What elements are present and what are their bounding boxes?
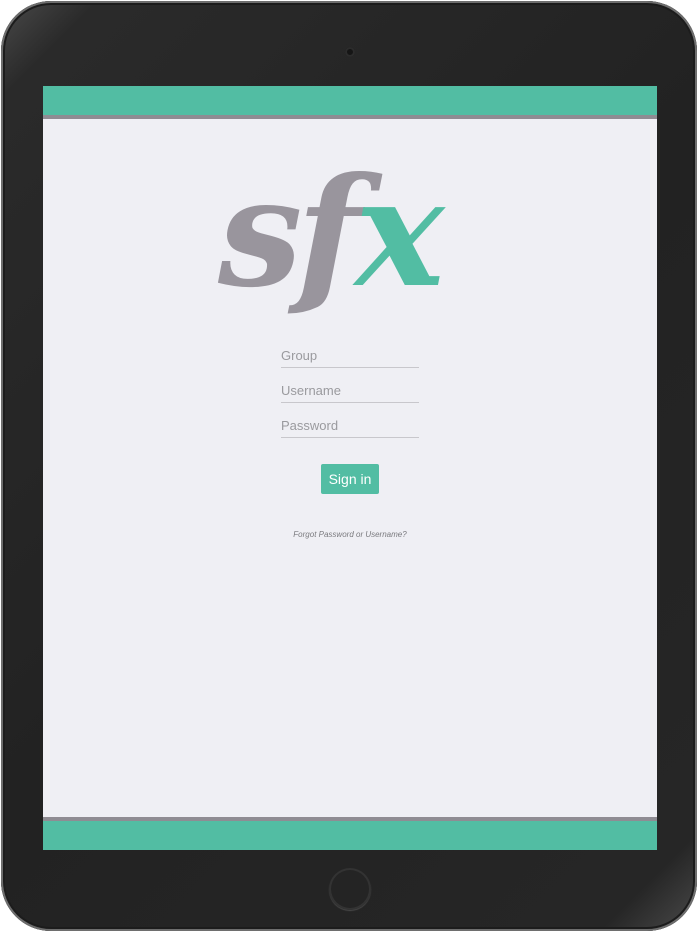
sign-in-button[interactable]: Sign in [321,464,379,494]
forgot-credentials-link[interactable]: Forgot Password or Username? [243,530,457,539]
password-input[interactable] [281,413,419,438]
username-input[interactable] [281,378,419,403]
bottom-bar [43,817,657,850]
logo-x-text: x [354,145,444,321]
app-screen: sfx Sign in Forgot Password or Username? [43,86,657,850]
logo-sf-text: sf [218,145,361,321]
group-input[interactable] [281,343,419,368]
camera-icon [345,47,355,57]
tablet-device: sfx Sign in Forgot Password or Username? [1,1,697,931]
home-button-icon[interactable] [329,868,371,910]
sfx-logo: sfx [218,158,488,328]
top-bar [43,86,657,119]
